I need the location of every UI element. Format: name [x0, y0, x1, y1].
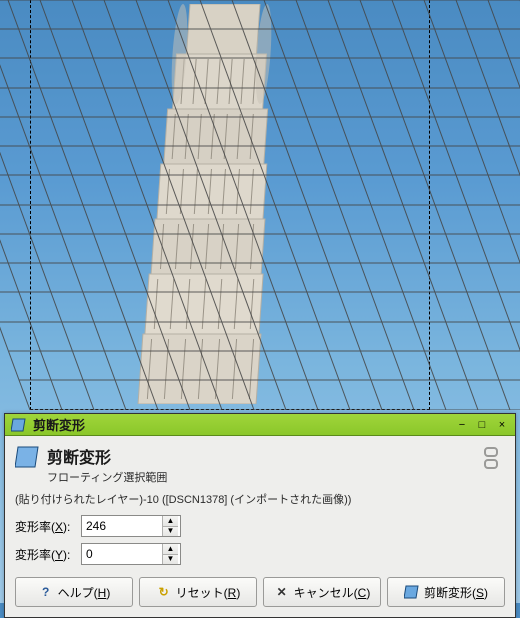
shear-titlebar-icon	[11, 417, 27, 433]
shear-y-label: 変形率(Y):	[15, 546, 75, 563]
shear-icon	[15, 444, 41, 470]
dialog-subtitle: フローティング選択範囲	[47, 469, 471, 485]
dialog-title: 剪断変形	[47, 444, 471, 468]
cancel-icon: ✕	[274, 584, 290, 600]
tower-image	[130, 4, 320, 404]
shear-x-down[interactable]: ▼	[163, 527, 178, 537]
shear-y-input[interactable]	[82, 544, 162, 564]
shear-y-down[interactable]: ▼	[163, 555, 178, 565]
shear-y-spinbox[interactable]: ▲ ▼	[81, 543, 181, 565]
reset-icon: ↻	[156, 584, 172, 600]
chain-link-icon[interactable]	[477, 444, 505, 472]
shear-dialog: 剪断変形 − □ × 剪断変形 フローティング選択範囲 (貼り付けられたレイヤー…	[4, 413, 516, 618]
shear-x-up[interactable]: ▲	[163, 516, 178, 527]
shear-x-spinbox[interactable]: ▲ ▼	[81, 515, 181, 537]
close-button[interactable]: ×	[495, 418, 509, 432]
shear-button-icon	[404, 584, 420, 600]
window-title: 剪断変形	[33, 415, 455, 434]
context-label: (貼り付けられたレイヤー)-10 ([DSCN1378] (インポートされた画像…	[15, 491, 505, 507]
shear-y-up[interactable]: ▲	[163, 544, 178, 555]
help-icon: ?	[38, 584, 54, 600]
titlebar[interactable]: 剪断変形 − □ ×	[5, 414, 515, 436]
maximize-button[interactable]: □	[475, 418, 489, 432]
shear-x-input[interactable]	[82, 516, 162, 536]
shear-x-label: 変形率(X):	[15, 518, 75, 535]
minimize-button[interactable]: −	[455, 418, 469, 432]
